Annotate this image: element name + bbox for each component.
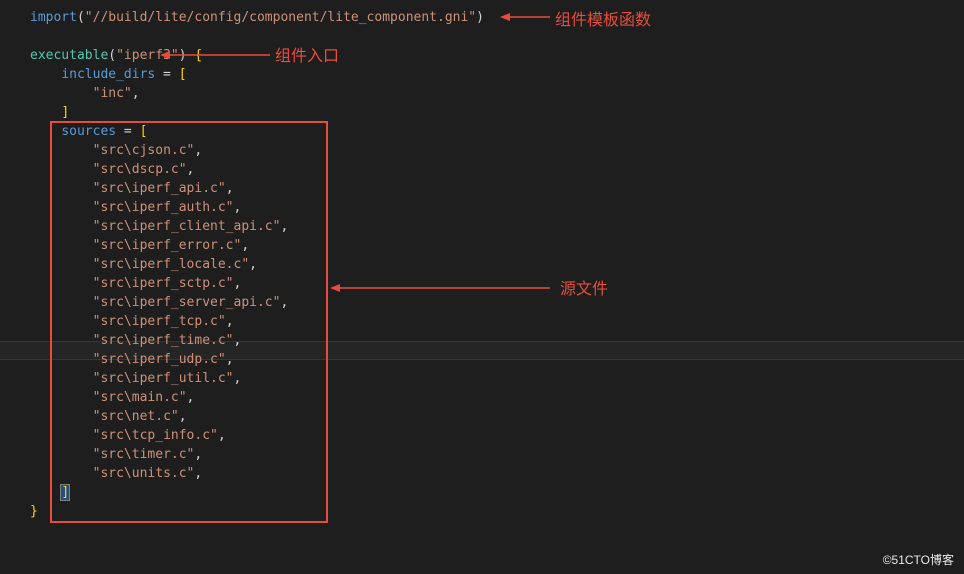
source-file: "src\iperf_sctp.c"	[93, 276, 234, 291]
watermark: ©51CTO博客	[883, 551, 954, 568]
code-line: "src\iperf_time.c",	[30, 331, 964, 350]
source-file: "src\iperf_server_api.c"	[93, 295, 281, 310]
code-line: ]	[30, 483, 964, 502]
source-file: "src\iperf_api.c"	[93, 181, 226, 196]
source-file: "src\main.c"	[93, 390, 187, 405]
code-line: "src\iperf_auth.c",	[30, 198, 964, 217]
source-file: "src\tcp_info.c"	[93, 428, 218, 443]
source-file: "src\iperf_auth.c"	[93, 200, 234, 215]
code-line: "src\iperf_error.c",	[30, 236, 964, 255]
code-line: executable("iperf3") {	[30, 46, 964, 65]
source-file: "src\dscp.c"	[93, 162, 187, 177]
executable-keyword: executable	[30, 48, 108, 63]
code-line: "src\iperf_tcp.c",	[30, 312, 964, 331]
include-dir-value: "inc"	[93, 86, 132, 101]
code-line: "src\iperf_locale.c",	[30, 255, 964, 274]
source-file: "src\units.c"	[93, 466, 195, 481]
code-editor[interactable]: import("//build/lite/config/component/li…	[0, 0, 964, 521]
code-line: "src\iperf_client_api.c",	[30, 217, 964, 236]
code-line: include_dirs = [	[30, 65, 964, 84]
code-line: }	[30, 502, 964, 521]
code-line: "src\main.c",	[30, 388, 964, 407]
source-file: "src\iperf_udp.c"	[93, 352, 226, 367]
code-line: "src\iperf_udp.c",	[30, 350, 964, 369]
code-line: "src\iperf_sctp.c",	[30, 274, 964, 293]
sources-keyword: sources	[61, 124, 116, 139]
import-path: "//build/lite/config/component/lite_comp…	[85, 10, 476, 25]
import-keyword: import	[30, 10, 77, 25]
source-file: "src\iperf_client_api.c"	[93, 219, 281, 234]
target-name: "iperf3"	[116, 48, 179, 63]
source-file: "src\net.c"	[93, 409, 179, 424]
code-line: "src\dscp.c",	[30, 160, 964, 179]
source-file: "src\iperf_util.c"	[93, 371, 234, 386]
code-line: "src\iperf_util.c",	[30, 369, 964, 388]
code-line: "src\units.c",	[30, 464, 964, 483]
include-dirs-keyword: include_dirs	[61, 67, 155, 82]
source-file: "src\iperf_time.c"	[93, 333, 234, 348]
code-line: "src\net.c",	[30, 407, 964, 426]
code-line: import("//build/lite/config/component/li…	[30, 8, 964, 27]
code-line: ]	[30, 103, 964, 122]
source-file: "src\iperf_error.c"	[93, 238, 242, 253]
code-line: sources = [	[30, 122, 964, 141]
code-line: "src\cjson.c",	[30, 141, 964, 160]
code-line: "src\iperf_api.c",	[30, 179, 964, 198]
source-file: "src\timer.c"	[93, 447, 195, 462]
code-line: "src\iperf_server_api.c",	[30, 293, 964, 312]
source-file: "src\cjson.c"	[93, 143, 195, 158]
code-line: "src\timer.c",	[30, 445, 964, 464]
source-file: "src\iperf_locale.c"	[93, 257, 250, 272]
code-line: "inc",	[30, 84, 964, 103]
code-line	[30, 27, 964, 46]
code-line: "src\tcp_info.c",	[30, 426, 964, 445]
source-file: "src\iperf_tcp.c"	[93, 314, 226, 329]
